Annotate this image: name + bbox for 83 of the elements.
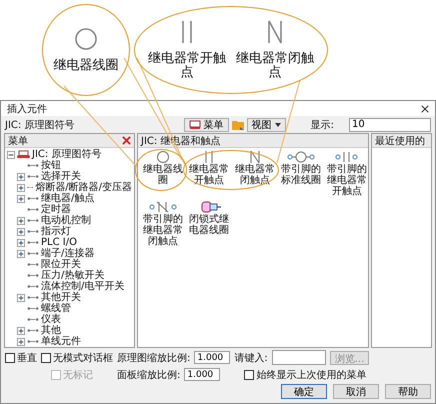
expand-icon[interactable]	[17, 338, 25, 346]
expand-icon[interactable]	[17, 172, 25, 180]
symbol-label: 继电器常开触点	[188, 164, 230, 186]
tree-item[interactable]: 定时器	[41, 204, 71, 215]
tree-item[interactable]: 压力/热敏开关	[41, 270, 104, 281]
menu-button[interactable]: 菜单	[184, 118, 229, 132]
expand-icon[interactable]	[17, 250, 25, 258]
schematic-scale-field[interactable]: 1.000	[194, 351, 230, 364]
vertical-checkbox[interactable]: 垂直	[5, 350, 37, 364]
dialog-button[interactable]: 取消	[333, 384, 379, 399]
tree-item[interactable]: JIC: 原理图符号	[32, 149, 102, 160]
connector-icon	[27, 218, 39, 223]
expand-icon[interactable]	[17, 294, 25, 302]
connector-icon	[27, 306, 39, 311]
tree-item[interactable]: 其他	[41, 325, 61, 336]
symbol-label: 继电器常开触点	[147, 52, 227, 80]
connector-icon	[27, 284, 39, 289]
dialog-button[interactable]: 帮助	[385, 384, 431, 399]
menu-icon	[188, 120, 201, 130]
connector-icon	[27, 339, 39, 344]
connector-icon	[27, 317, 39, 322]
tree-item[interactable]: 限位开关	[41, 259, 81, 270]
prompt-field[interactable]	[272, 350, 326, 365]
window-title: 插入元件	[7, 102, 47, 116]
tree-item[interactable]: 选择开关	[41, 171, 81, 182]
connector-icon	[27, 273, 39, 278]
connector-icon	[27, 185, 34, 190]
folder-icon[interactable]	[232, 120, 244, 130]
panel-scale-label: 面板缩放比例:	[117, 368, 180, 382]
always-show-checkbox[interactable]: 始终显示上次使用的菜单	[244, 368, 366, 382]
connector-icon	[27, 328, 39, 333]
prompt-label: 请键入:	[234, 352, 268, 364]
expand-icon[interactable]	[17, 238, 25, 246]
symbol-label: 继电器常闭触点	[235, 52, 315, 80]
library-icon	[17, 150, 30, 159]
pin-coil-symbol-icon[interactable]	[286, 150, 316, 164]
schematic-scale-label: 原理图缩放比例:	[117, 352, 190, 364]
display-field[interactable]: 10	[349, 118, 431, 132]
connector-icon	[27, 174, 39, 179]
connector-icon	[27, 163, 39, 168]
symbol-label: 带引脚的标准线圈	[280, 164, 322, 186]
connector-icon	[27, 196, 39, 201]
panel-title: 菜单	[8, 134, 28, 148]
tree-item[interactable]: 电动机控制	[41, 215, 91, 226]
tree-item[interactable]: PLC I/O	[41, 237, 77, 248]
view-dropdown[interactable]: 视图	[246, 118, 286, 132]
expand-icon[interactable]	[17, 194, 25, 202]
tree-item[interactable]: 端子/连接器	[41, 248, 94, 259]
symbol-label: 带引脚的继电器常闭触点	[142, 214, 184, 247]
display-label: 显示:	[310, 118, 334, 132]
tree-item[interactable]: 单线元件	[41, 336, 81, 347]
connector-icon	[27, 229, 39, 234]
expand-icon[interactable]	[17, 326, 25, 334]
connector-icon	[27, 262, 39, 267]
tree-item[interactable]: 流体控制/电平开关	[41, 281, 124, 292]
panel-title: 最近使用的	[375, 134, 425, 148]
expand-icon[interactable]	[17, 228, 25, 236]
tree-item[interactable]: 仪表	[41, 314, 61, 325]
panel-scale-field[interactable]: 1.000	[184, 368, 220, 381]
symbol-label: 闭锁式继电器线圈	[188, 214, 230, 236]
tree-item[interactable]: 熔断器/断路器/变压器	[35, 182, 132, 193]
connector-icon	[27, 207, 39, 212]
tree-item[interactable]: 按钮	[41, 160, 61, 171]
symbol-label: 带引脚的继电器常开触点	[326, 164, 368, 197]
collapse-icon[interactable]	[7, 150, 15, 158]
symbol-label: 继电器常闭触点	[234, 164, 276, 186]
close-icon[interactable]	[421, 104, 429, 112]
expand-icon[interactable]	[17, 216, 25, 224]
connector-icon	[27, 251, 39, 256]
symbol-label: 继电器线圈	[142, 164, 184, 186]
expand-icon[interactable]	[17, 184, 25, 192]
tree-item[interactable]: 其他开关	[41, 292, 81, 303]
tree-item[interactable]: 继电器/触点	[41, 193, 94, 204]
tree-item[interactable]: 指示灯	[41, 226, 71, 237]
pin-closed-contact-symbol-icon[interactable]	[148, 200, 178, 214]
connector-icon	[27, 240, 39, 245]
modeless-checkbox[interactable]: 无模式对话框	[41, 350, 113, 364]
dialog-button[interactable]: 确定	[281, 384, 327, 399]
caret-icon	[274, 122, 281, 126]
connector-icon	[27, 295, 39, 300]
library-label: JIC: 原理图符号	[5, 118, 74, 132]
tree-item[interactable]: 螺线管	[41, 303, 71, 314]
symbol-label: 继电器线圈	[52, 59, 120, 73]
